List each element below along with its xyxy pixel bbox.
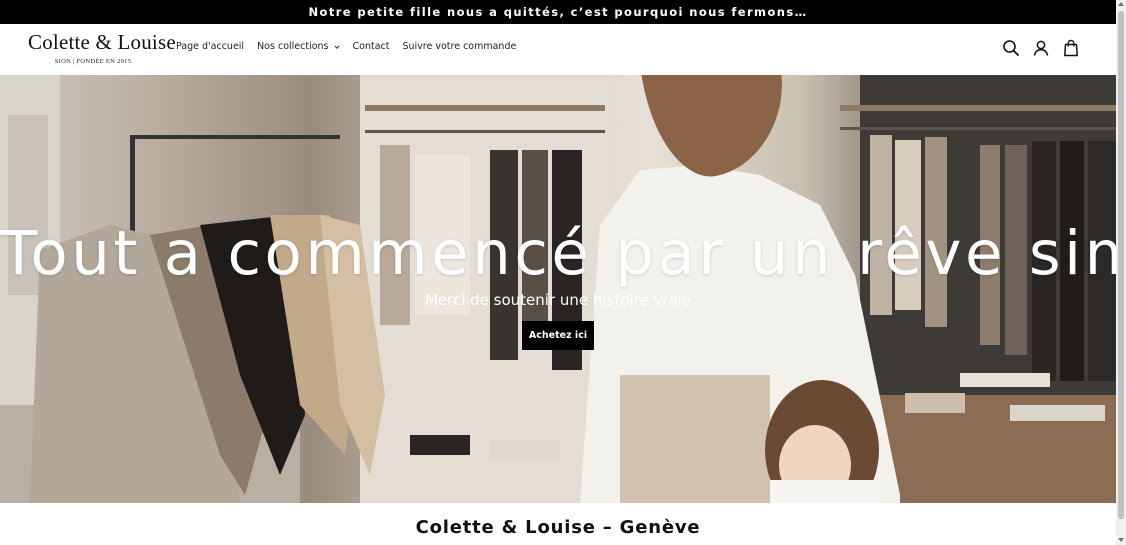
site-header: Colette & Louise SION | FONDÉE EN 2015 P…: [0, 24, 1116, 75]
announcement-bar: Notre petite fille nous a quittés, c’est…: [0, 0, 1116, 24]
scroll-down-icon[interactable]: [1118, 538, 1124, 542]
hero-title: Tout a commencé par un rêve simple.: [0, 218, 1116, 289]
chevron-down-icon: [333, 44, 340, 49]
search-icon[interactable]: [1002, 39, 1020, 57]
nav-item-label: Page d'accueil: [176, 41, 245, 52]
main-nav: Page d'accueil Nos collections Contact S…: [176, 41, 516, 52]
nav-item-label: Nos collections: [257, 41, 329, 52]
page-scrollbar[interactable]: [1116, 0, 1126, 545]
logo-name: Colette & Louise: [28, 30, 176, 54]
hero-background-image: [0, 75, 1116, 503]
nav-item-label: Suivre votre commande: [402, 41, 517, 52]
nav-item-contact[interactable]: Contact: [353, 41, 390, 52]
account-icon[interactable]: [1032, 39, 1050, 57]
logo-tagline: SION | FONDÉE EN 2015: [54, 58, 132, 65]
header-icons: [1002, 39, 1080, 57]
nav-item-track-order[interactable]: Suivre votre commande: [402, 41, 516, 52]
nav-item-collections[interactable]: Nos collections: [257, 41, 340, 52]
scroll-up-icon[interactable]: [1118, 2, 1124, 6]
logo[interactable]: Colette & Louise SION | FONDÉE EN 2015: [28, 30, 176, 65]
announcement-text: Notre petite fille nous a quittés, c’est…: [308, 5, 808, 19]
scrollbar-thumb[interactable]: [1118, 11, 1124, 519]
hero-banner: Tout a commencé par un rêve simple. Merc…: [0, 75, 1116, 503]
section-title: Colette & Louise – Genève: [415, 517, 701, 538]
nav-item-home[interactable]: Page d'accueil: [176, 41, 244, 52]
shop-now-button[interactable]: Achetez ici: [522, 321, 594, 350]
cart-bag-icon[interactable]: [1062, 39, 1080, 57]
nav-item-label: Contact: [352, 41, 390, 52]
hero-subtitle: Merci de soutenir une histoire vraie: [424, 291, 692, 309]
